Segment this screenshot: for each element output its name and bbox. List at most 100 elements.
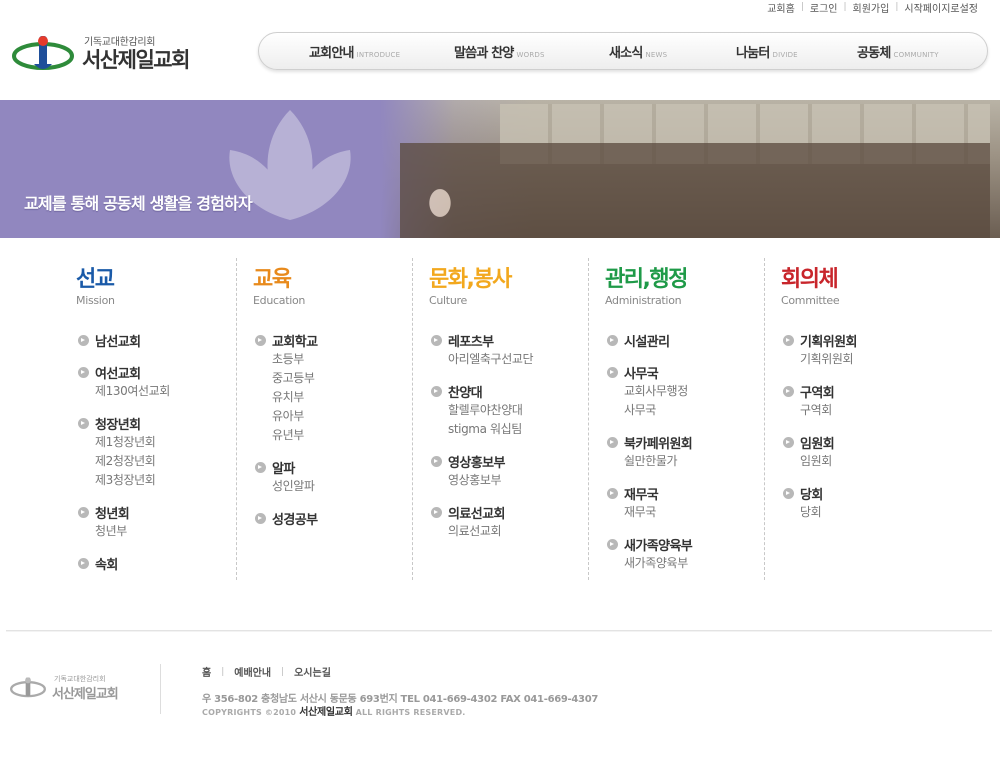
menu-subitem[interactable]: 구역회 (783, 401, 943, 420)
column-menu: 레포츠부 아리엘축구선교단 찬양대 할렐루야찬양대 stigma 워십팀 영상홍… (431, 330, 591, 553)
menu-group: 교회학교 초등부 중고등부 유치부 유아부 유년부 (255, 330, 415, 445)
menu-group: 청년회 청년부 (78, 502, 238, 541)
menu-subitem[interactable]: 영상홍보부 (431, 471, 591, 490)
menu-group: 레포츠부 아리엘축구선교단 (431, 330, 591, 369)
footer-vertical-divider (160, 664, 161, 714)
footer-link-worship[interactable]: 예배안내 (234, 664, 271, 679)
menu-subitem[interactable]: 기획위원회 (783, 350, 943, 369)
menu-heading-label: 알파 (272, 461, 295, 477)
menu-heading[interactable]: 북카페위원회 (607, 432, 767, 452)
column-subtitle: Mission (76, 294, 115, 307)
menu-heading[interactable]: 청장년회 (78, 413, 238, 433)
column-title: 회의체 (781, 267, 839, 292)
arrow-bullet-icon (255, 512, 266, 524)
column-administration: 관리,행정 Administration 시설관리 사무국 교회사무행정 사무국… (588, 258, 764, 580)
nav-community[interactable]: 공동체 COMMUNITY (857, 42, 939, 61)
menu-heading[interactable]: 성경공부 (255, 508, 415, 528)
menu-subitem[interactable]: 재무국 (607, 503, 767, 522)
menu-heading[interactable]: 임원회 (783, 432, 943, 452)
menu-subitem[interactable]: 제3청장년회 (78, 471, 238, 490)
footer-logo-title: 서산제일교회 (52, 687, 119, 702)
menu-heading[interactable]: 기획위원회 (783, 330, 943, 350)
site-logo[interactable]: 기독교대한감리회 서산제일교회 (12, 30, 212, 78)
nav-label-en: INTRODUCE (356, 51, 401, 59)
arrow-bullet-icon (78, 366, 89, 378)
menu-heading[interactable]: 청년회 (78, 502, 238, 522)
menu-subitem[interactable]: 사무국 (607, 401, 767, 420)
menu-heading[interactable]: 사무국 (607, 362, 767, 382)
menu-heading[interactable]: 영상홍보부 (431, 451, 591, 471)
arrow-bullet-icon (78, 557, 89, 569)
menu-heading[interactable]: 구역회 (783, 381, 943, 401)
main-navigation: 교회안내 INTRODUCE 말씀과 찬양 WORDS 새소식 NEWS 나눔터… (258, 32, 988, 70)
menu-subitem[interactable]: 새가족양육부 (607, 554, 767, 573)
nav-label: 공동체 (857, 46, 891, 61)
menu-subitem[interactable]: 교회사무행정 (607, 382, 767, 401)
menu-subitem[interactable]: 제130여선교회 (78, 382, 238, 401)
menu-subitem[interactable]: 유치부 (255, 388, 415, 407)
footer-link-home[interactable]: 홈 (202, 664, 211, 679)
menu-heading-label: 청년회 (95, 506, 130, 522)
util-link-join[interactable]: 회원가입 (847, 0, 896, 15)
menu-subitem[interactable]: 제2청장년회 (78, 452, 238, 471)
util-link-startpage[interactable]: 시작페이지로설정 (898, 0, 984, 15)
menu-heading[interactable]: 새가족양육부 (607, 534, 767, 554)
menu-heading[interactable]: 찬양대 (431, 381, 591, 401)
menu-heading-label: 여선교회 (95, 366, 141, 382)
arrow-bullet-icon (783, 334, 794, 346)
menu-subitem[interactable]: 제1청장년회 (78, 433, 238, 452)
menu-heading-label: 속회 (95, 557, 118, 573)
nav-introduce[interactable]: 교회안내 INTRODUCE (309, 42, 400, 61)
arrow-bullet-icon (431, 506, 442, 518)
menu-heading-label: 재무국 (624, 487, 659, 503)
menu-heading-label: 당회 (800, 487, 823, 503)
menu-heading[interactable]: 교회학교 (255, 330, 415, 350)
menu-subitem[interactable]: 할렐루야찬양대 (431, 401, 591, 420)
menu-heading[interactable]: 당회 (783, 483, 943, 503)
footer-links: 홈 | 예배안내 | 오시는길 (202, 664, 331, 680)
menu-subitem[interactable]: 의료선교회 (431, 522, 591, 541)
menu-heading[interactable]: 속회 (78, 553, 238, 573)
nav-label-en: NEWS (645, 51, 668, 59)
menu-subitem[interactable]: 유년부 (255, 426, 415, 445)
nav-divide[interactable]: 나눔터 DIVIDE (736, 42, 798, 61)
menu-heading[interactable]: 시설관리 (607, 330, 767, 350)
menu-heading[interactable]: 의료선교회 (431, 502, 591, 522)
menu-heading[interactable]: 레포츠부 (431, 330, 591, 350)
util-link-home[interactable]: 교회홈 (761, 0, 801, 15)
menu-subitem[interactable]: 성인알파 (255, 477, 415, 496)
menu-subitem[interactable]: 당회 (783, 503, 943, 522)
column-subtitle: Committee (781, 294, 840, 307)
nav-label: 교회안내 (309, 46, 354, 61)
nav-label: 나눔터 (736, 46, 770, 61)
menu-subitem[interactable]: 초등부 (255, 350, 415, 369)
footer-link-directions[interactable]: 오시는길 (294, 664, 331, 679)
menu-heading-label: 북카페위원회 (624, 436, 693, 452)
menu-heading[interactable]: 여선교회 (78, 362, 238, 382)
leaf-decoration-icon (229, 110, 351, 220)
menu-subitem[interactable]: 쉴만한물가 (607, 452, 767, 471)
menu-heading-label: 남선교회 (95, 334, 141, 350)
menu-heading[interactable]: 알파 (255, 457, 415, 477)
menu-heading[interactable]: 재무국 (607, 483, 767, 503)
column-menu: 기획위원회 기획위원회 구역회 구역회 임원회 임원회 당회 당회 (783, 330, 943, 534)
menu-subitem[interactable]: 청년부 (78, 522, 238, 541)
menu-subitem[interactable]: 임원회 (783, 452, 943, 471)
column-title: 문화,봉사 (429, 267, 512, 292)
column-subtitle: Culture (429, 294, 467, 307)
banner-photo (380, 100, 1000, 238)
nav-news[interactable]: 새소식 NEWS (609, 42, 667, 61)
menu-heading[interactable]: 남선교회 (78, 330, 238, 350)
menu-subitem[interactable]: stigma 워십팀 (431, 420, 591, 439)
column-header: 회의체 Committee (781, 267, 840, 308)
column-header: 선교 Mission (76, 268, 115, 308)
menu-subitem[interactable]: 유아부 (255, 407, 415, 426)
nav-label-en: WORDS (516, 51, 545, 59)
menu-subitem[interactable]: 중고등부 (255, 369, 415, 388)
nav-words[interactable]: 말씀과 찬양 WORDS (454, 42, 545, 61)
menu-heading-label: 의료선교회 (448, 506, 505, 522)
column-title: 관리,행정 (605, 267, 688, 292)
column-culture: 문화,봉사 Culture 레포츠부 아리엘축구선교단 찬양대 할렐루야찬양대 … (412, 258, 588, 580)
menu-subitem[interactable]: 아리엘축구선교단 (431, 350, 591, 369)
util-link-login[interactable]: 로그인 (804, 0, 844, 15)
